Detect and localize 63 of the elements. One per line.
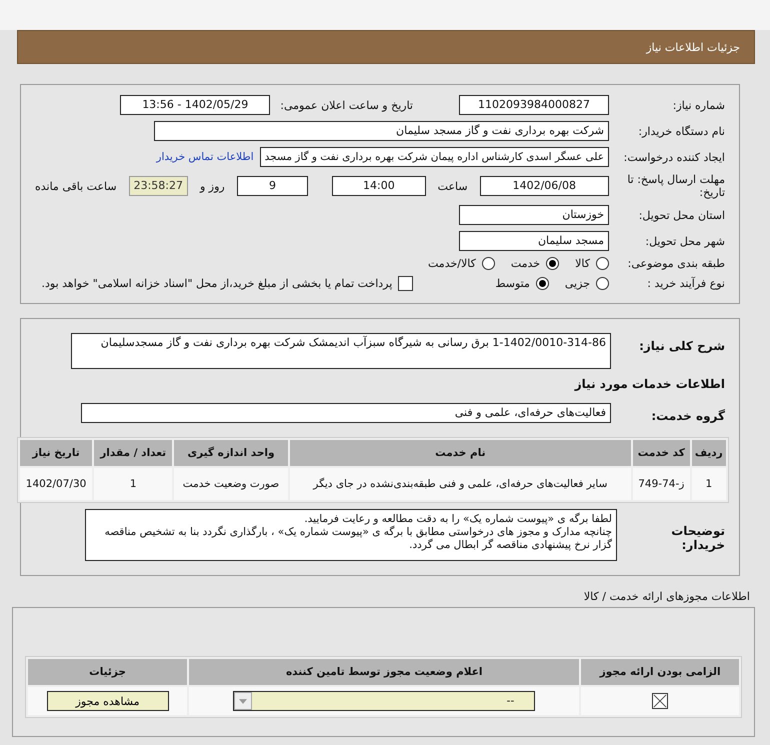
field-label: استان محل تحویل:	[638, 208, 725, 222]
note-text: چنانچه مدارک و مجوز های درخواستی مطابق با برگه ی «پیوست شماره یک» ، بارگذاری نگردد بنا به تشخیص مناقصه گزار نرخ پیشنهادی مناقصه گر ابطال می گردد.	[104, 526, 612, 552]
column-header: تاریخ نیاز	[20, 440, 92, 466]
radio-label: متوسط	[495, 277, 530, 290]
field-label: توضیحات خریدار:	[670, 524, 725, 552]
column-header: جزئیات	[28, 659, 188, 685]
radio-button[interactable]	[536, 277, 549, 290]
field-label: نام دستگاه خریدار:	[637, 124, 725, 138]
city-field: مسجد سلیمان	[459, 231, 609, 251]
requester-field: علی عسگر اسدی کارشناس اداره پیمان شرکت بهره برداری نفت و گاز مسجد	[260, 147, 609, 167]
radio-label: کالا/خدمت	[428, 257, 476, 270]
radio-label: خدمت	[510, 257, 540, 270]
deadline-time-field: 14:00	[332, 176, 426, 196]
province-field: خوزستان	[459, 205, 609, 225]
column-header: الزامی بودن ارائه مجوز	[581, 659, 739, 685]
field-label: ساعت باقی مانده	[34, 180, 117, 192]
table-cell: 1	[94, 468, 172, 500]
radio-button[interactable]	[546, 257, 560, 270]
summary-field: 1-1402/0010-314-86 برق رسانی به شیرگاه سبزآب اندیمشک شرکت بهره برداری نفت و گاز مسجدسلیمان	[71, 333, 611, 369]
column-header: نام خدمت	[290, 440, 632, 466]
checkbox[interactable]	[398, 276, 414, 291]
radio-label: کالا	[575, 257, 590, 270]
announce-date-field: 1402/05/29 - 13:56	[120, 95, 270, 115]
caret-icon	[239, 698, 248, 704]
deadline-date-field: 1402/06/08	[480, 176, 609, 196]
field-label: روز و	[200, 180, 225, 192]
field-label: تاریخ و ساعت اعلان عمومی:	[280, 98, 413, 112]
status-dropdown[interactable]: --	[233, 691, 536, 711]
remaining-time-field: 23:58:27	[128, 176, 188, 196]
column-header: اعلام وضعیت مجوز توسط تامین کننده	[189, 659, 580, 685]
field-label: نوع فرآیند خرید :	[646, 277, 725, 290]
service-group-field: فعالیت‌های حرفه‌ای، علمی و فنی	[81, 403, 611, 423]
table-cell: 1402/07/30	[20, 468, 92, 500]
field-label: شهر محل تحویل:	[644, 234, 725, 248]
table-cell: سایر فعالیت‌های حرفه‌ای، علمی و فنی طبقه‌بندی‌نشده در جای دیگر	[290, 468, 632, 500]
need-number-field: 1102093984000827	[459, 95, 609, 115]
table-cell: 1	[692, 468, 726, 500]
field-label: ایجاد کننده درخواست:	[622, 150, 725, 164]
field-label: ساعت	[438, 180, 468, 192]
field-label: مهلت ارسال پاسخ: تا تاریخ:	[626, 173, 725, 199]
checkbox-label: پرداخت تمام یا بخشی از مبلغ خرید،از محل "اسناد خزانه اسلامی" خواهد بود.	[42, 277, 392, 290]
table-cell: صورت وضعیت خدمت	[174, 468, 288, 500]
radio-button[interactable]	[482, 257, 495, 270]
field-label: شماره نیاز:	[672, 98, 725, 112]
contact-link[interactable]: اطلاعات تماس خریدار	[156, 151, 254, 163]
table-cell: ز-74-749	[633, 468, 690, 500]
column-header: واحد اندازه گیری	[174, 440, 288, 466]
radio-button[interactable]	[596, 277, 609, 290]
field-label: شرح کلی نیاز:	[638, 339, 725, 353]
column-header: کد خدمت	[633, 440, 690, 466]
radio-label: جزیی	[564, 277, 590, 290]
field-label: گروه خدمت:	[650, 409, 725, 423]
column-header: تعداد / مقدار	[94, 440, 172, 466]
days-field: 9	[236, 176, 308, 196]
field-label: طبقه بندی موضوعی:	[626, 257, 725, 270]
radio-button[interactable]	[596, 257, 609, 270]
section-heading: اطلاعات خدمات مورد نیاز	[573, 377, 725, 391]
column-header: ردیف	[692, 440, 726, 466]
view-license-button[interactable]: مشاهده مجوز	[46, 691, 169, 711]
section-heading: اطلاعات مجوزهای ارائه خدمت / کالا	[582, 590, 750, 603]
page-title: جزئیات اطلاعات نیاز	[646, 40, 740, 54]
note-text: لطفا برگه ی «پیوست شماره یک» را به دقت مطالعه و رعایت فرمایید.	[303, 513, 612, 526]
buyer-field: شرکت بهره برداری نفت و گاز مسجد سلیمان	[154, 121, 609, 141]
